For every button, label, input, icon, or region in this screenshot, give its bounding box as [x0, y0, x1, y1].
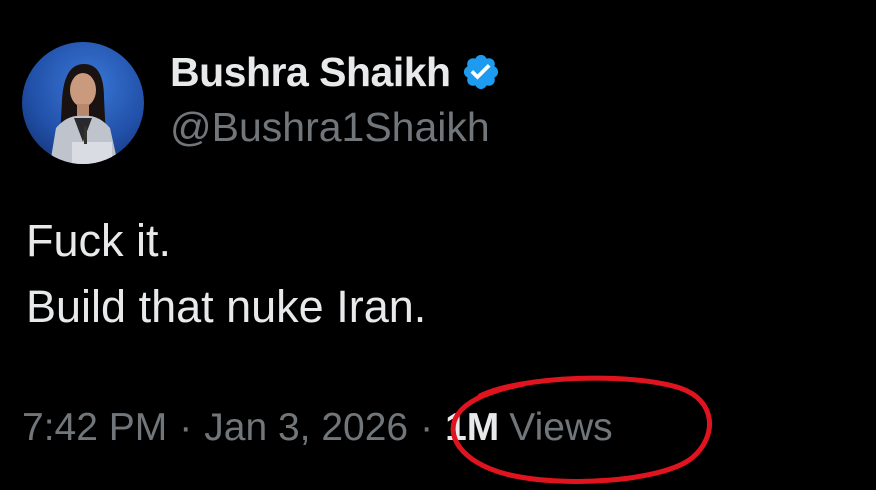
author-handle[interactable]: @Bushra1Shaikh	[170, 104, 490, 151]
author-name-row: Bushra Shaikh	[170, 44, 501, 100]
tweet-text-line: Fuck it.	[26, 215, 172, 266]
tweet-card: Bushra Shaikh @Bushra1Shaikh Fuck it. Bu…	[0, 0, 876, 490]
tweet-meta: 7:42 PM · Jan 3, 2026 · 1M Views	[22, 398, 613, 458]
avatar-photo	[22, 42, 144, 164]
views-count[interactable]: 1M	[445, 406, 499, 450]
tweet-text-line: Build that nuke Iran.	[26, 281, 427, 332]
views-label[interactable]: Views	[509, 406, 612, 450]
tweet-time[interactable]: 7:42 PM	[22, 406, 167, 450]
meta-separator: ·	[420, 406, 434, 449]
tweet-text: Fuck it. Build that nuke Iran.	[26, 208, 846, 340]
avatar[interactable]	[22, 42, 144, 164]
author-display-name[interactable]: Bushra Shaikh	[170, 49, 451, 96]
verified-badge-icon[interactable]	[461, 52, 501, 92]
meta-separator: ·	[179, 406, 193, 449]
tweet-date[interactable]: Jan 3, 2026	[204, 406, 408, 450]
